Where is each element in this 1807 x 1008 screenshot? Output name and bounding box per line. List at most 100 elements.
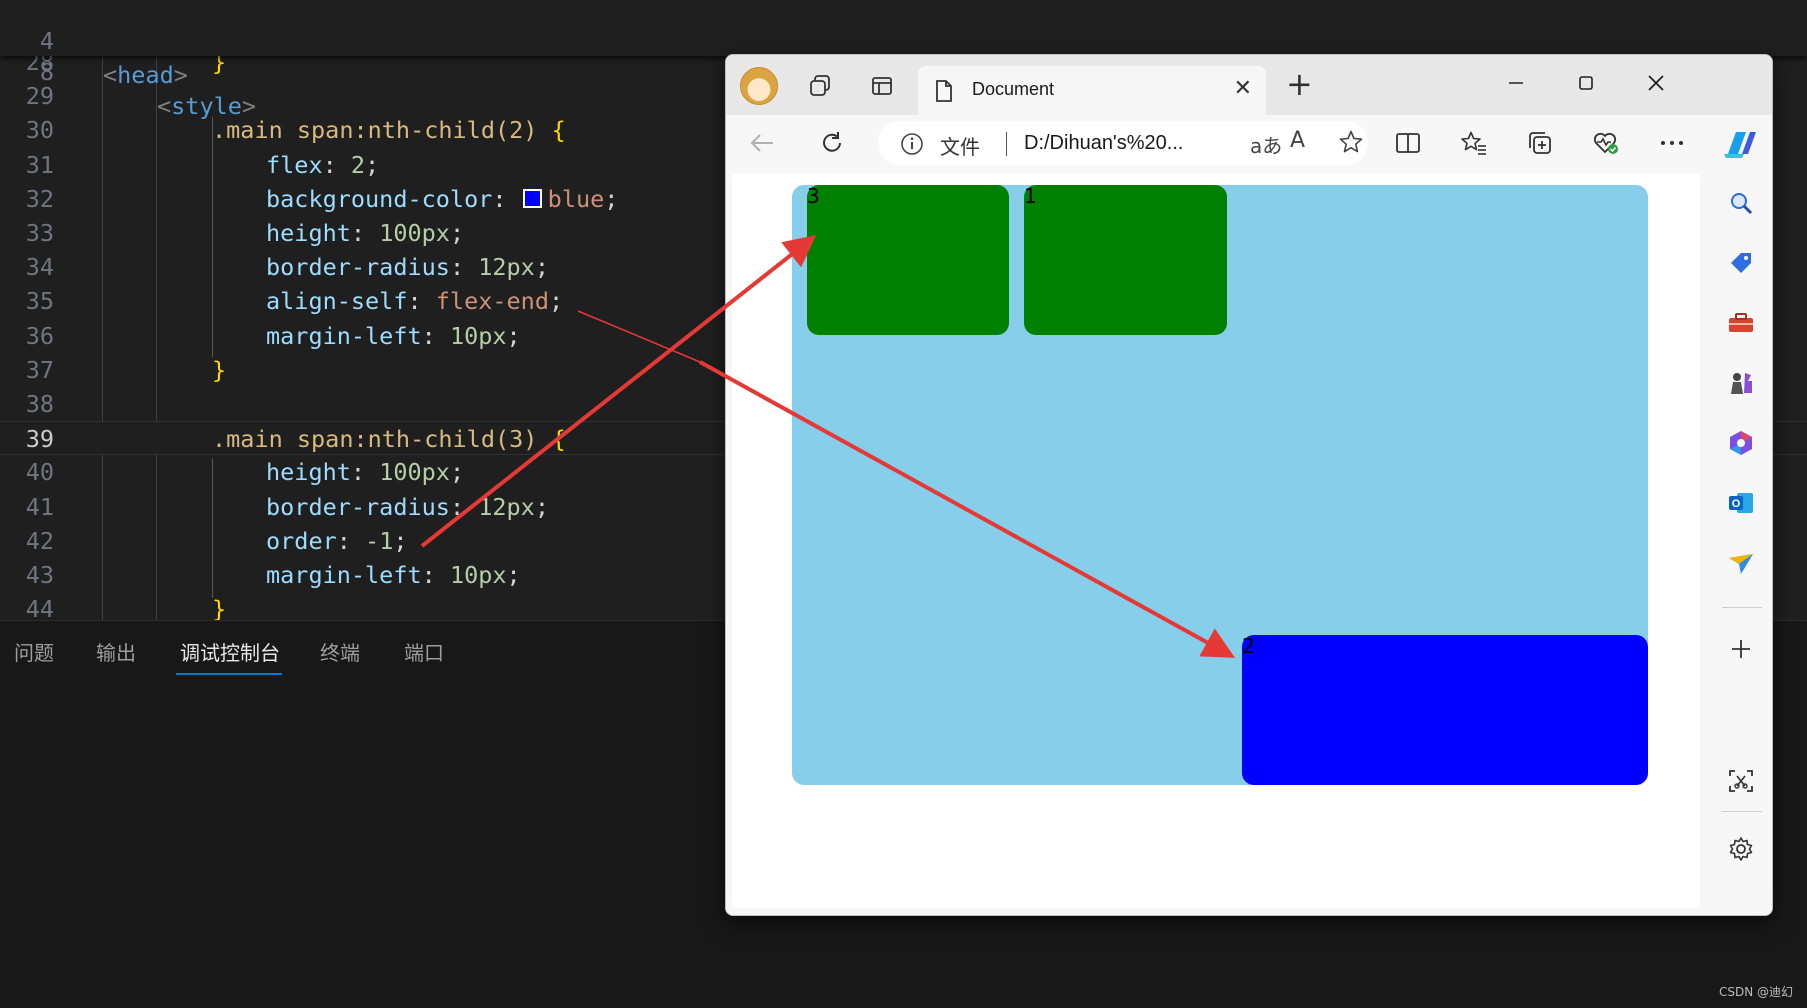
games-icon[interactable] (1725, 367, 1757, 399)
collections-icon[interactable] (1520, 123, 1560, 163)
svg-text:O: O (1732, 498, 1741, 510)
flex-item-2: 2 (1242, 635, 1648, 785)
css-property: border-radius (266, 492, 450, 521)
line-number: 33 (25, 219, 54, 247)
sidebar-divider (1722, 607, 1762, 608)
flex-item-1: 1 (1024, 185, 1227, 335)
favorite-star-icon[interactable] (1338, 129, 1364, 155)
immersive-reader-icon[interactable]: aあ (1250, 130, 1282, 159)
watermark: CSDN @迪幻 (1718, 985, 1793, 999)
css-value: flex-end (435, 287, 549, 316)
css-value: 10px (449, 561, 507, 589)
brace: { (551, 425, 566, 454)
microsoft-365-icon[interactable] (1725, 427, 1757, 459)
copilot-icon[interactable] (1720, 123, 1760, 163)
brace: { (551, 116, 566, 145)
tab-document[interactable]: Document ✕ (918, 66, 1266, 115)
screenshot-icon[interactable] (1725, 765, 1757, 797)
css-value: 10px (449, 321, 507, 350)
more-options-icon[interactable] (1652, 123, 1692, 163)
line-number: 8 (39, 58, 54, 86)
browser-essentials-icon[interactable] (1586, 123, 1626, 163)
shopping-tag-icon[interactable] (1725, 247, 1757, 279)
line-number: 43 (25, 561, 54, 589)
send-icon[interactable] (1725, 547, 1757, 579)
css-property: background-color (266, 184, 493, 213)
line-number: 36 (25, 321, 54, 350)
new-tab-button[interactable]: + (1286, 68, 1313, 100)
maximize-button[interactable] (1556, 63, 1616, 103)
css-selector: .main span:nth-child(2) (212, 116, 552, 145)
line-number: 32 (25, 184, 54, 213)
line-number: 34 (25, 253, 54, 282)
css-selector: .main span:nth-child(3) (212, 425, 552, 454)
profile-avatar[interactable] (740, 67, 778, 105)
page-icon (936, 80, 952, 102)
sidebar-divider (1722, 811, 1762, 812)
line-number: 41 (25, 492, 54, 521)
address-url[interactable]: D:/Dihuan's%20... (1024, 132, 1183, 155)
css-value: 12px (478, 253, 535, 282)
css-value: 2 (350, 150, 366, 179)
tab-ports[interactable]: 端口 (404, 637, 444, 666)
line-number: 38 (25, 390, 54, 418)
line-number: 37 (25, 355, 54, 384)
color-swatch[interactable] (522, 188, 542, 208)
css-value: 100px (379, 458, 450, 487)
line-number: 40 (25, 458, 54, 487)
info-icon[interactable] (900, 132, 924, 156)
css-value: blue (547, 184, 605, 213)
line-number: 39 (25, 425, 54, 454)
address-scheme-label: 文件 (940, 135, 980, 159)
edge-sidebar: O (1710, 171, 1772, 915)
split-screen-icon[interactable] (1388, 123, 1428, 163)
css-property: margin-left (266, 561, 422, 589)
tab-title: Document (972, 79, 1055, 99)
brace: } (212, 595, 227, 624)
tag-name: style (171, 92, 242, 120)
css-property: margin-left (266, 321, 422, 350)
page-viewport[interactable]: 3 1 2 (732, 173, 1700, 908)
address-separator (1006, 132, 1007, 156)
code-line[interactable]: 8 <style> (0, 21, 1807, 120)
sticky-scroll-header[interactable]: 4 <head> 8 <style> (0, 0, 1807, 120)
workspaces-icon[interactable] (802, 67, 840, 105)
browser-titlebar[interactable]: Document ✕ + (726, 55, 1772, 115)
tag-name: head (117, 61, 174, 89)
css-value: -1 (365, 526, 394, 555)
css-property: order (266, 526, 337, 555)
settings-gear-icon[interactable] (1725, 833, 1757, 865)
css-property: height (266, 219, 351, 247)
close-tab-icon[interactable]: ✕ (1234, 76, 1252, 101)
tab-actions-icon[interactable] (863, 67, 901, 105)
tools-icon[interactable] (1725, 307, 1757, 339)
tab-debug-console[interactable]: 调试控制台 (180, 637, 280, 666)
add-icon[interactable] (1725, 633, 1757, 665)
search-icon[interactable] (1725, 187, 1757, 219)
css-property: align-self (266, 287, 408, 316)
brace: } (212, 355, 227, 384)
css-property: height (266, 458, 351, 487)
minimize-button[interactable] (1486, 63, 1546, 103)
css-property: flex (266, 150, 323, 179)
tab-output[interactable]: 输出 (96, 637, 136, 666)
address-bar[interactable]: 文件 D:/Dihuan's%20... aあ A (878, 121, 1368, 165)
css-value: 12px (478, 492, 535, 521)
tab-terminal[interactable]: 终端 (320, 637, 360, 666)
active-tab-indicator (176, 673, 282, 675)
css-property: border-radius (266, 253, 450, 282)
line-number: 35 (25, 287, 54, 316)
outlook-icon[interactable]: O (1725, 487, 1757, 519)
refresh-button[interactable] (812, 123, 852, 163)
close-window-button[interactable] (1626, 63, 1686, 103)
css-value: 100px (379, 219, 450, 247)
tab-problems[interactable]: 问题 (14, 637, 54, 666)
flex-container: 3 1 2 (792, 185, 1648, 785)
read-aloud-icon[interactable]: A (1290, 128, 1305, 153)
line-number: 42 (25, 526, 54, 555)
back-button[interactable] (742, 123, 782, 163)
browser-window[interactable]: Document ✕ + 文件 D:/Dihuan's%20... aあ A 3… (725, 54, 1773, 916)
browser-toolbar: 文件 D:/Dihuan's%20... aあ A (726, 115, 1772, 171)
favorites-icon[interactable] (1454, 123, 1494, 163)
flex-item-3: 3 (807, 185, 1009, 335)
